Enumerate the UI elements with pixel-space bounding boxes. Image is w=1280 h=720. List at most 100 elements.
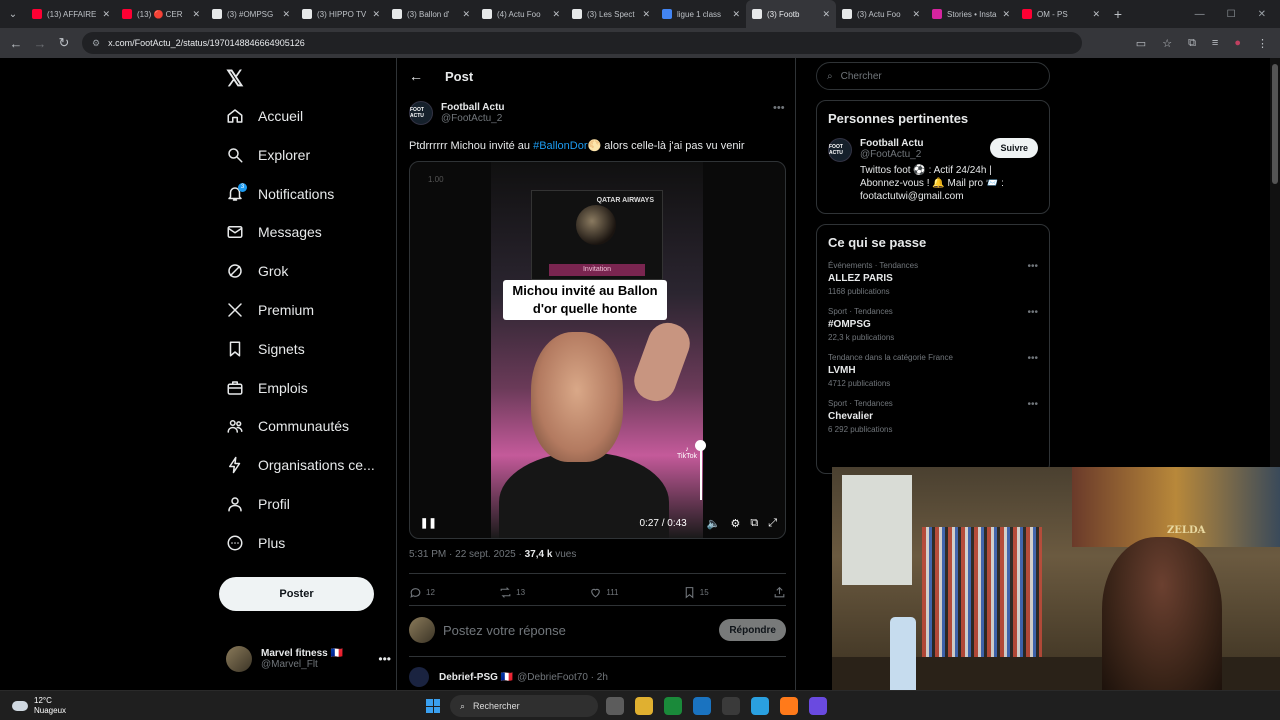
reply-author-name[interactable]: Debrief-PSG 🇫🇷: [439, 672, 513, 683]
nav-item-profil[interactable]: Profil: [226, 491, 290, 517]
windows-start-icon[interactable]: [426, 699, 440, 713]
forward-icon[interactable]: →: [28, 36, 52, 51]
nav-item-signets[interactable]: Signets: [226, 336, 305, 362]
trend-item[interactable]: Sport · Tendances #OMPSG 22,3 k publicatio…: [828, 307, 1038, 342]
video-frame[interactable]: QATAR AIRWAYS Invitation Michou invité a…: [491, 162, 703, 538]
reply-button[interactable]: Répondre: [719, 619, 786, 641]
url-input[interactable]: ⚙ x.com/FootActu_2/status/19701488466649…: [82, 32, 1082, 54]
relevant-handle[interactable]: @FootActu_2: [860, 149, 1010, 160]
tab-close-icon[interactable]: ✕: [732, 9, 740, 20]
browser-tab[interactable]: (3) HIPPO TV ✕: [296, 0, 386, 28]
tab-close-icon[interactable]: ✕: [822, 9, 830, 20]
reading-list-icon[interactable]: ≡: [1212, 37, 1218, 50]
trend-more-icon[interactable]: •••: [1027, 353, 1038, 364]
nav-item-communautés[interactable]: Communautés: [226, 413, 349, 439]
cast-icon[interactable]: ▭: [1136, 37, 1146, 50]
post-button[interactable]: Poster: [219, 577, 374, 611]
fullscreen-icon[interactable]: ⤢: [768, 517, 777, 530]
tab-search-icon[interactable]: ⌄: [0, 0, 26, 28]
tab-close-icon[interactable]: ✕: [642, 9, 650, 20]
reply-item[interactable]: Debrief-PSG 🇫🇷 @DebrieFoot70 · 2h: [409, 667, 786, 687]
reply-input[interactable]: Postez votre réponse: [443, 623, 566, 638]
nav-item-organisations-ce-[interactable]: Organisations ce...: [226, 452, 375, 478]
avatar[interactable]: [409, 667, 429, 687]
trend-more-icon[interactable]: •••: [1027, 261, 1038, 272]
back-arrow-icon[interactable]: ←: [409, 68, 423, 84]
post-author[interactable]: FOOT ACTU Football Actu @FootActu_2: [409, 101, 505, 125]
author-name[interactable]: Football Actu: [441, 102, 505, 113]
hashtag-link[interactable]: #BallonDor: [533, 140, 587, 152]
extensions-icon[interactable]: ⧉: [1188, 37, 1196, 50]
trend-more-icon[interactable]: •••: [1027, 307, 1038, 318]
trend-item[interactable]: Événements · Tendances ALLEZ PARIS 1168 pu…: [828, 261, 1038, 296]
tab-close-icon[interactable]: ✕: [552, 9, 560, 20]
tab-close-icon[interactable]: ✕: [1002, 9, 1010, 20]
profile-icon[interactable]: ●: [1234, 37, 1241, 50]
browser-tab[interactable]: (3) Les Spect ✕: [566, 0, 656, 28]
volume-slider-handle[interactable]: [695, 439, 706, 451]
taskbar-search[interactable]: ⌕ Rechercher: [450, 695, 598, 717]
avatar[interactable]: FOOT ACTU: [409, 101, 433, 125]
bookmark-action[interactable]: 15: [683, 586, 709, 599]
search-input[interactable]: ⌕ Chercher: [816, 62, 1050, 90]
like-action[interactable]: 111: [589, 586, 619, 599]
star-icon[interactable]: ☆: [1162, 37, 1172, 50]
nav-item-accueil[interactable]: Accueil: [226, 103, 303, 129]
browser-tab[interactable]: Stories • Insta ✕: [926, 0, 1016, 28]
reload-icon[interactable]: ↻: [52, 35, 76, 51]
nav-item-plus[interactable]: Plus: [226, 530, 285, 556]
trend-more-icon[interactable]: •••: [1027, 399, 1038, 410]
volume-icon[interactable]: 🔈: [707, 517, 721, 530]
taskbar-app-icon[interactable]: [722, 697, 740, 715]
back-icon[interactable]: ←: [4, 36, 28, 51]
nav-item-explorer[interactable]: Explorer: [226, 142, 310, 168]
x-logo-icon[interactable]: 𝕏: [226, 66, 244, 92]
nav-item-grok[interactable]: Grok: [226, 258, 288, 284]
relevant-name[interactable]: Football Actu: [860, 138, 1010, 149]
nav-item-messages[interactable]: Messages: [226, 219, 322, 245]
nav-item-emplois[interactable]: Emplois: [226, 375, 308, 401]
browser-tab[interactable]: (13) AFFAIRE ✕: [26, 0, 116, 28]
browser-tab[interactable]: (3) Actu Foo ✕: [836, 0, 926, 28]
tab-close-icon[interactable]: ✕: [462, 9, 470, 20]
site-info-icon[interactable]: ⚙: [92, 38, 100, 49]
trend-item[interactable]: Sport · Tendances Chevalier 6 292 publicat…: [828, 399, 1038, 434]
trend-item[interactable]: Tendance dans la catégorie France LVMH 471…: [828, 353, 1038, 388]
picture-in-picture-icon[interactable]: ⧉: [750, 517, 758, 530]
tab-close-icon[interactable]: ✕: [192, 9, 200, 20]
video-player[interactable]: 1.00 QATAR AIRWAYS Invitation Michou inv…: [409, 161, 786, 539]
browser-tab[interactable]: (3) #OMPSG ✕: [206, 0, 296, 28]
post-timestamp[interactable]: 5:31 PM · 22 sept. 2025 ·: [409, 549, 525, 560]
weather-widget[interactable]: 12°C Nuageux: [0, 696, 200, 716]
browser-tab[interactable]: (3) Ballon d' ✕: [386, 0, 476, 28]
post-more-icon[interactable]: •••: [773, 102, 785, 114]
tab-close-icon[interactable]: ✕: [282, 9, 290, 20]
pause-icon[interactable]: ❚❚: [420, 518, 437, 529]
author-handle[interactable]: @FootActu_2: [441, 113, 505, 124]
browser-tab[interactable]: (3) Footb ✕: [746, 0, 836, 28]
close-window-icon[interactable]: ✕: [1258, 9, 1266, 20]
browser-tab[interactable]: (4) Actu Foo ✕: [476, 0, 566, 28]
reply-action[interactable]: 12: [409, 586, 435, 599]
relevant-person[interactable]: FOOT ACTU Football Actu @FootActu_2 Twit…: [828, 138, 1038, 203]
taskbar-app-icon[interactable]: [693, 697, 711, 715]
tab-close-icon[interactable]: ✕: [1092, 9, 1100, 20]
browser-tab[interactable]: ligue 1 class ✕: [656, 0, 746, 28]
taskbar-app-icon[interactable]: [606, 697, 624, 715]
taskbar-app-icon[interactable]: [809, 697, 827, 715]
taskbar-app-icon[interactable]: [635, 697, 653, 715]
browser-tab[interactable]: OM - PS ✕: [1016, 0, 1106, 28]
follow-button[interactable]: Suivre: [990, 138, 1038, 158]
nav-item-notifications[interactable]: 3 Notifications: [226, 181, 334, 207]
minimize-icon[interactable]: —: [1195, 9, 1205, 20]
avatar[interactable]: FOOT ACTU: [828, 138, 852, 162]
taskbar-app-icon[interactable]: [751, 697, 769, 715]
new-tab-button[interactable]: +: [1106, 6, 1130, 22]
repost-action[interactable]: 13: [499, 586, 525, 599]
more-icon[interactable]: •••: [378, 652, 391, 666]
share-action[interactable]: [773, 586, 786, 599]
account-switcher[interactable]: Marvel fitness 🇫🇷 @Marvel_Flt •••: [226, 644, 391, 674]
taskbar-app-icon[interactable]: [780, 697, 798, 715]
maximize-icon[interactable]: ☐: [1227, 9, 1236, 20]
scrollbar-thumb[interactable]: [1272, 64, 1278, 184]
